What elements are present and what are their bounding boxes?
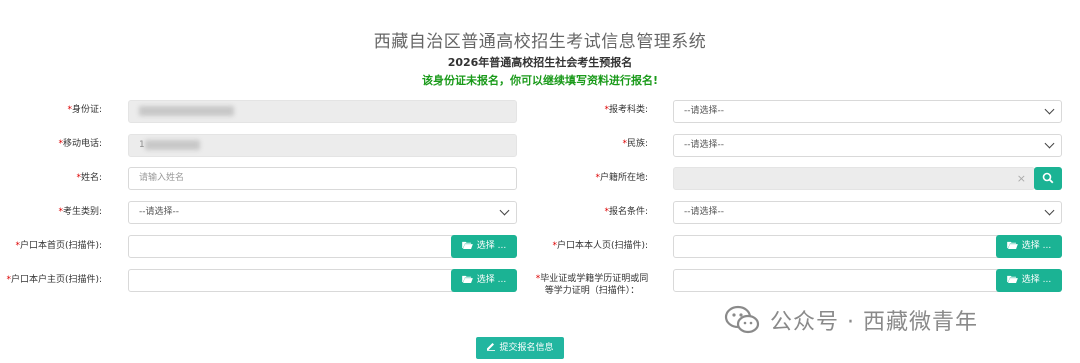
subject-select[interactable]: --请选择-- xyxy=(673,100,1062,123)
clear-icon[interactable]: × xyxy=(1017,168,1026,189)
hukou-owner-label: *户口本户主页(扫描件): xyxy=(6,275,102,285)
ethnicity-label: *民族: xyxy=(622,139,648,149)
folder-open-icon xyxy=(1006,241,1018,249)
condition-select[interactable]: --请选择-- xyxy=(673,201,1062,224)
system-title: 西藏自治区普通高校招生考试信息管理系统 xyxy=(373,32,707,52)
chevron-down-icon xyxy=(1044,205,1055,216)
id-card-label: *身份证: xyxy=(67,105,102,115)
mobile-field: 1 xyxy=(128,134,517,157)
wechat-icon xyxy=(724,305,760,334)
hukou-location-label: *户籍所在地: xyxy=(595,173,648,183)
name-label: *姓名: xyxy=(76,173,102,183)
chevron-down-icon xyxy=(1044,104,1055,115)
hukou-owner-choose-button[interactable]: 选择 ... xyxy=(451,269,517,292)
candidate-type-select[interactable]: --请选择-- xyxy=(128,201,517,224)
hukou-first-label: *户口本首页(扫描件): xyxy=(15,241,102,251)
watermark-text: 公众号 · 西藏微青年 xyxy=(770,310,978,335)
folder-open-icon xyxy=(461,275,473,283)
hukou-first-choose-button[interactable]: 选择 ... xyxy=(451,235,517,258)
id-card-field xyxy=(128,100,517,123)
search-icon xyxy=(1042,172,1054,184)
condition-label: *报名条件: xyxy=(604,207,648,217)
mobile-label: *移动电话: xyxy=(58,139,102,149)
diploma-choose-button[interactable]: 选择 ... xyxy=(996,269,1062,292)
ethnicity-select[interactable]: --请选择-- xyxy=(673,134,1062,157)
submit-button[interactable]: 提交报名信息 xyxy=(476,337,564,359)
subject-label: *报考科类: xyxy=(604,105,648,115)
edit-icon xyxy=(487,343,496,351)
chevron-down-icon xyxy=(499,205,510,216)
wechat-watermark: 公众号 · 西藏微青年 xyxy=(724,304,978,336)
status-notice: 该身份证未报名，你可以继续填写资料进行报名! xyxy=(421,74,658,87)
folder-open-icon xyxy=(1006,275,1018,283)
hukou-location-search-button[interactable] xyxy=(1034,167,1062,190)
hukou-self-choose-button[interactable]: 选择 ... xyxy=(996,235,1062,258)
subtitle: 2026年普通高校招生社会考生预报名 xyxy=(447,56,633,69)
diploma-label: *毕业证或学籍学历证明或同 等学力证明（扫描件）： xyxy=(535,274,649,296)
hukou-location-field[interactable]: × xyxy=(673,167,1035,190)
name-input[interactable]: 请输入姓名 xyxy=(128,167,517,190)
candidate-type-label: *考生类别: xyxy=(58,207,102,217)
chevron-down-icon xyxy=(1044,138,1055,149)
folder-open-icon xyxy=(461,241,473,249)
hukou-self-label: *户口本本人页(扫描件): xyxy=(552,241,648,251)
